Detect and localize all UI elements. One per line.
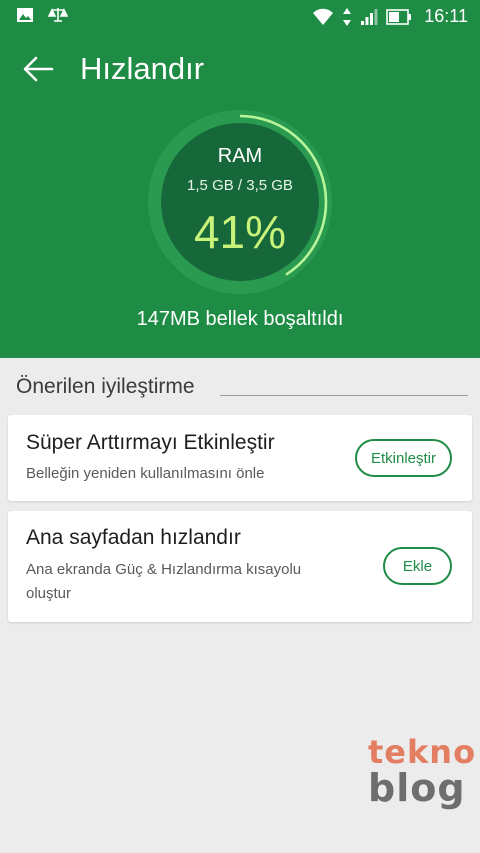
recommendation-card: Süper Arttırmayı Etkinleştir Belleğin ye… <box>8 415 472 501</box>
section-divider <box>220 395 468 396</box>
signal-icon <box>361 8 378 25</box>
image-icon <box>17 8 33 22</box>
card-description: Belleğin yeniden kullanılmasını önle <box>26 465 265 482</box>
freed-memory-text: 147MB bellek boşaltıldı <box>136 308 344 330</box>
add-button[interactable]: Ekle <box>383 547 452 585</box>
arrow-left-icon[interactable] <box>22 54 54 84</box>
watermark-blog: blog <box>368 766 466 810</box>
card-description: Ana ekranda Güç & Hızlandırma kısayolu o… <box>26 561 302 602</box>
ram-usage-ring <box>148 110 332 294</box>
wifi-icon <box>313 8 334 25</box>
data-arrows-icon <box>343 7 352 26</box>
ram-usage-text: 1,5 GB / 3,5 GB <box>187 177 293 194</box>
section-title: Önerilen iyileştirme <box>16 375 195 398</box>
enable-button[interactable]: Etkinleştir <box>355 439 452 477</box>
status-time: 16:11 <box>424 6 468 26</box>
page-title: Hızlandır <box>80 51 205 86</box>
card-title: Ana sayfadan hızlandır <box>26 526 241 549</box>
battery-icon <box>386 8 412 25</box>
status-bar: 16:11 <box>0 0 480 34</box>
recommendation-card: Ana sayfadan hızlandır Ana ekranda Güç &… <box>8 511 472 622</box>
scales-icon <box>48 8 68 22</box>
ram-percent: 41% <box>193 206 287 258</box>
card-title: Süper Arttırmayı Etkinleştir <box>26 431 275 454</box>
ram-label: RAM <box>217 145 263 167</box>
